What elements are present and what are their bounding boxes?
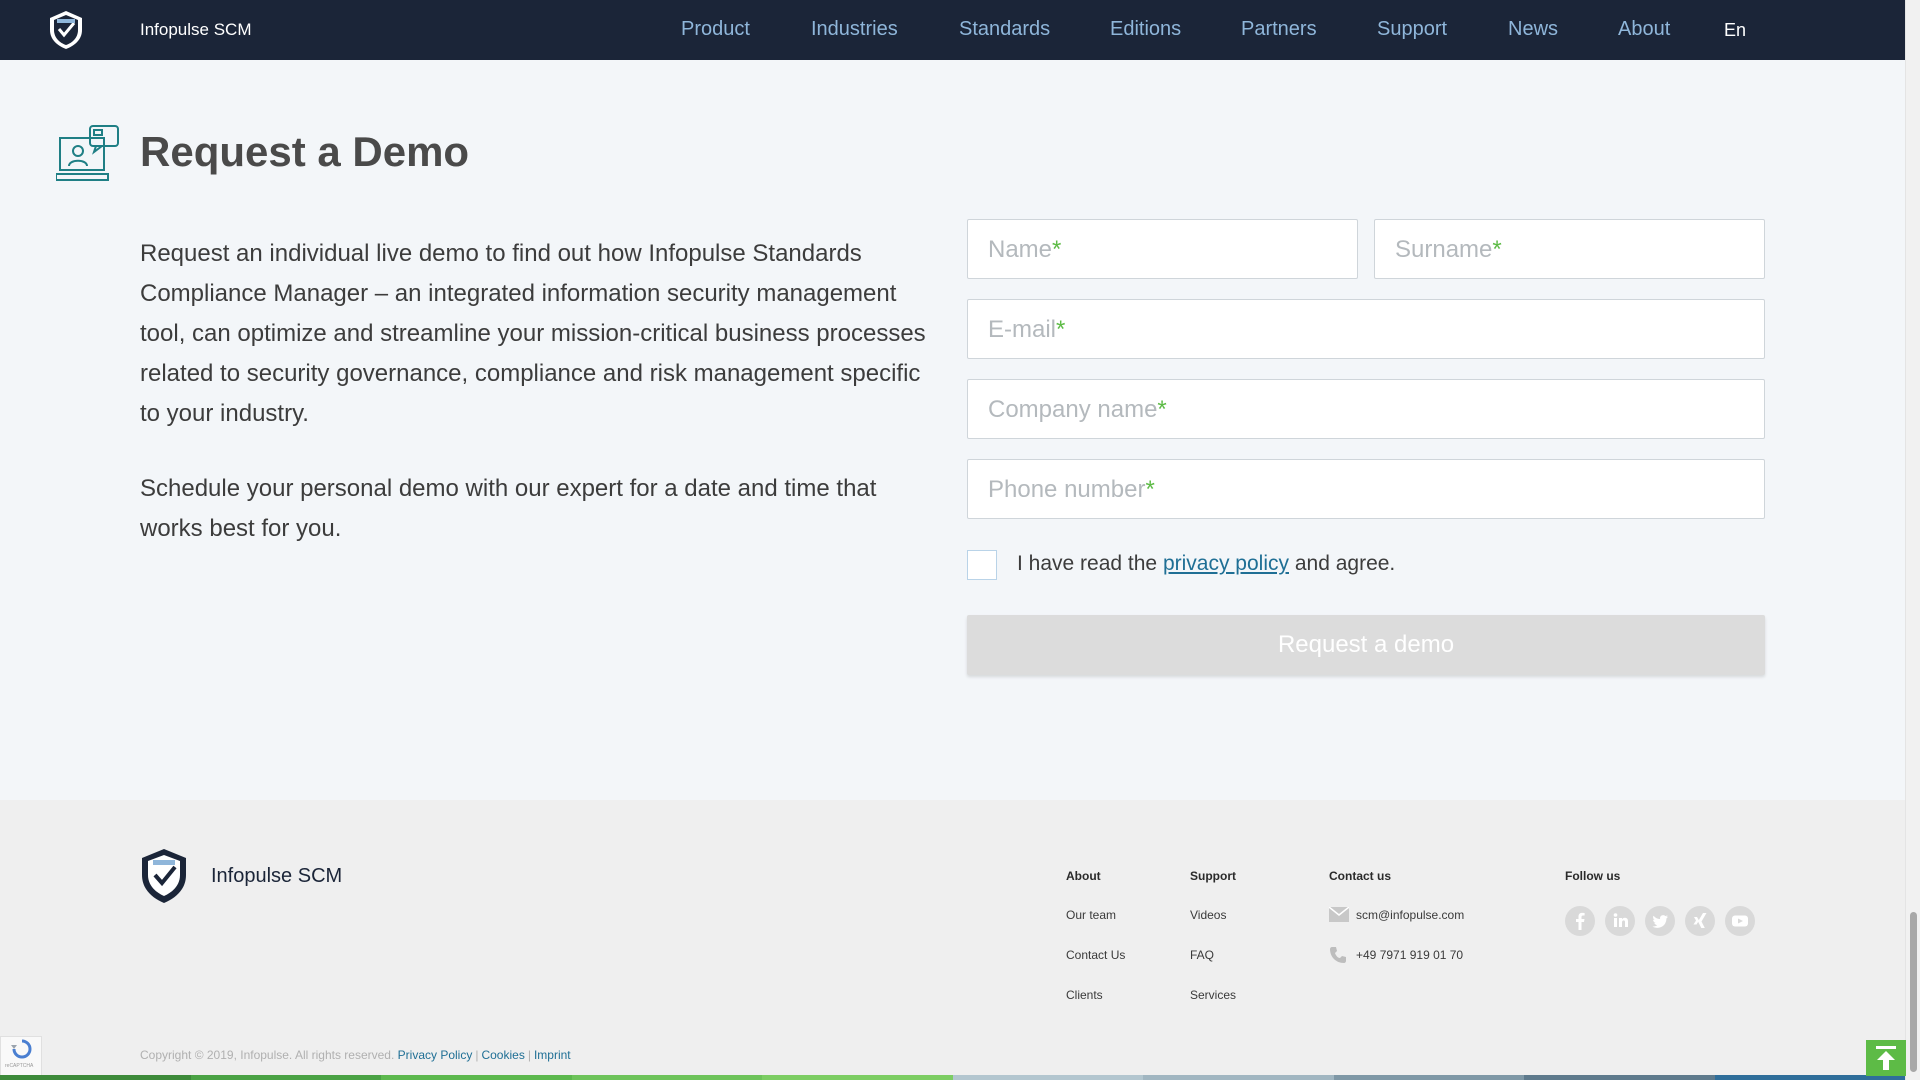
scroll-to-top-button[interactable] [1866,1040,1906,1076]
surname-field[interactable]: Surname* [1374,219,1765,279]
strip-segment [190,1075,381,1080]
email-placeholder: E-mail* [988,316,1066,343]
privacy-agree-checkbox[interactable] [967,550,997,580]
xing-icon[interactable] [1685,906,1715,936]
name-placeholder: Name* [988,236,1062,263]
footer-link-videos[interactable]: Videos [1190,908,1226,922]
name-field[interactable]: Name* [967,219,1358,279]
strip-segment [1524,1075,1715,1080]
strip-segment [571,1075,762,1080]
imprint-footer-link[interactable]: Imprint [534,1048,571,1062]
schedule-paragraph: Schedule your personal demo with our exp… [140,475,877,542]
nav-item-editions[interactable]: Editions [1110,18,1181,41]
footer-support-heading: Support [1190,869,1236,883]
twitter-icon[interactable] [1645,906,1675,936]
strip-segment [1143,1075,1334,1080]
intro-paragraph: Request an individual live demo to find … [140,240,926,427]
footer-brand-name[interactable]: Infopulse SCM [211,865,342,888]
footer: Infopulse SCM About Our team Contact Us … [0,800,1905,1080]
nav-item-partners[interactable]: Partners [1241,18,1317,41]
envelope-icon [1328,906,1350,927]
copyright-line: Copyright © 2019, Infopulse. All rights … [140,1048,571,1062]
strip-segment [952,1075,1143,1080]
phone-number-placeholder: Phone number* [988,476,1155,503]
strip-segment [1333,1075,1524,1080]
main-navigation: Product Industries Standards Editions Pa… [0,18,1905,44]
page-scrollbar[interactable] [1905,0,1920,1080]
request-demo-button[interactable]: Request a demo [967,615,1765,675]
youtube-icon[interactable] [1725,906,1755,936]
footer-color-strip [0,1075,1905,1080]
privacy-policy-link[interactable]: privacy policy [1163,552,1289,575]
footer-contact-email[interactable]: scm@infopulse.com [1356,908,1464,922]
footer-link-clients[interactable]: Clients [1066,988,1103,1002]
language-selector[interactable]: En [1724,20,1746,41]
arrow-up-icon [1876,1046,1896,1070]
footer-contact-heading: Contact us [1329,869,1392,883]
nav-item-support[interactable]: Support [1377,18,1447,41]
recaptcha-badge[interactable]: reCAPTCHA [0,1036,42,1076]
linkedin-icon[interactable] [1605,906,1635,936]
strip-segment [381,1075,572,1080]
company-name-field[interactable]: Company name* [967,379,1765,439]
nav-item-industries[interactable]: Industries [811,18,898,41]
facebook-icon[interactable] [1565,906,1595,936]
strip-segment [0,1075,191,1080]
footer-link-services[interactable]: Services [1190,988,1236,1002]
scrollbar-thumb[interactable] [1910,912,1917,1072]
footer-link-our-team[interactable]: Our team [1066,908,1116,922]
footer-shield-logo-icon[interactable] [140,848,188,904]
footer-link-contact-us[interactable]: Contact Us [1066,948,1125,962]
strip-segment [762,1075,953,1080]
copyright-text: Copyright © 2019, Infopulse. All rights … [140,1048,395,1062]
footer-follow-heading: Follow us [1565,869,1621,883]
company-name-placeholder: Company name* [988,396,1167,423]
email-field[interactable]: E-mail* [967,299,1765,359]
nav-item-product[interactable]: Product [681,18,750,41]
footer-contact-phone[interactable]: +49 7971 919 01 70 [1356,948,1463,962]
cookies-footer-link[interactable]: Cookies [481,1048,524,1062]
top-navigation-bar: Infopulse SCM Product Industries Standar… [0,0,1905,60]
phone-icon [1329,946,1347,969]
footer-about-heading: About [1066,869,1101,883]
nav-item-about[interactable]: About [1618,18,1670,41]
privacy-agree-label: I have read the privacy policy and agree… [1017,552,1396,575]
nav-item-news[interactable]: News [1508,18,1558,41]
footer-link-faq[interactable]: FAQ [1190,948,1214,962]
recaptcha-icon [11,1039,32,1059]
surname-placeholder: Surname* [1395,236,1502,263]
privacy-policy-footer-link[interactable]: Privacy Policy [398,1048,473,1062]
laptop-support-icon [55,124,120,184]
nav-item-standards[interactable]: Standards [959,18,1050,41]
page-title: Request a Demo [140,128,470,175]
phone-number-field[interactable]: Phone number* [967,459,1765,519]
